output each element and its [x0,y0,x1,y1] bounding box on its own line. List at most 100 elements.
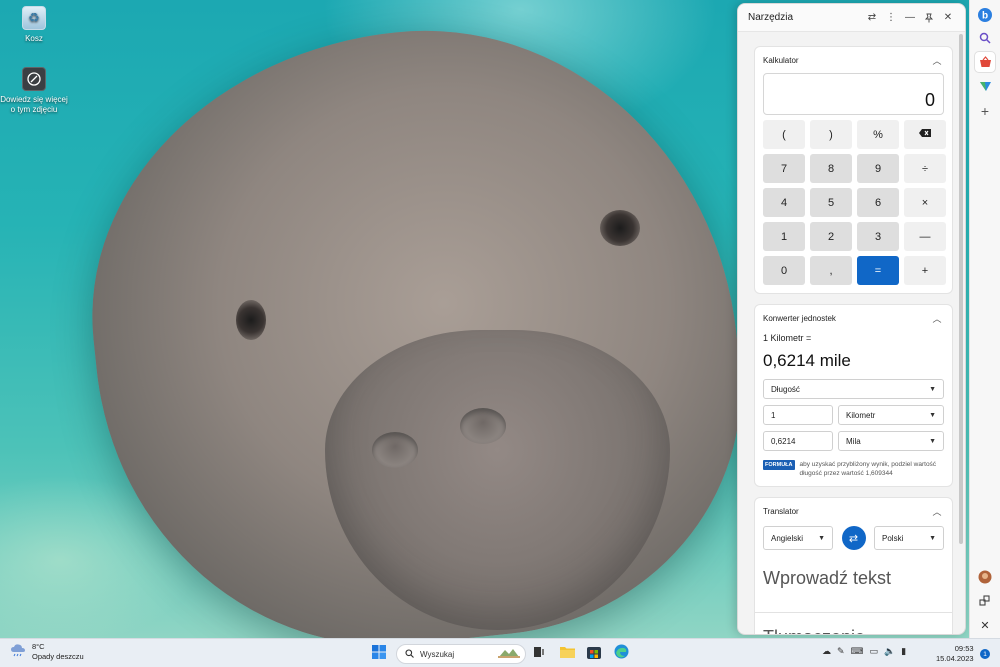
clock[interactable]: 09:53 15.04.2023 [936,644,974,664]
key-plus[interactable]: + [904,256,946,285]
task-view-icon [533,645,545,663]
pen-icon[interactable]: ✎ [837,646,845,657]
keyboard-icon[interactable]: ⌨ [851,646,864,657]
store-icon [587,645,601,664]
search-icon[interactable] [974,27,996,49]
sliders-icon[interactable]: ⇄ [863,9,881,27]
drop-icon[interactable] [974,75,996,97]
converter-header[interactable]: Konwerter jednostek ︿ [763,305,944,331]
swap-languages-button[interactable]: ⇄ [841,526,866,550]
profile-avatar-icon[interactable] [974,566,996,588]
clock-date: 15.04.2023 [936,654,974,663]
panel-header: Narzędzia ⇄ ⋮ — ✕ [738,4,965,32]
key-2[interactable]: 2 [810,222,852,251]
translator-header[interactable]: Translator ︿ [763,498,944,524]
desktop-icon-learn-about-picture[interactable]: Dowiedz się więcej o tym zdjęciu [0,67,69,115]
key-8[interactable]: 8 [810,154,852,183]
onedrive-icon[interactable]: ☁ [822,646,831,657]
taskbar-search[interactable]: Wyszukaj [396,644,526,664]
key-9[interactable]: 9 [857,154,899,183]
key-5[interactable]: 5 [810,188,852,217]
chevron-up-icon[interactable]: ︿ [930,505,944,518]
close-icon[interactable]: ✕ [939,9,957,27]
key-decimal[interactable]: , [810,256,852,285]
desktop-icon-label: Kosz [25,34,43,43]
translator-output: Tłumaczenie [763,627,944,634]
converter-result: 0,6214 mile [763,351,851,370]
key-close-paren[interactable]: ) [810,120,852,149]
to-unit-select[interactable]: Mila ▼ [838,431,944,451]
key-1[interactable]: 1 [763,222,805,251]
key-0[interactable]: 0 [763,256,805,285]
chevron-down-icon: ▼ [929,534,936,542]
converter-title: Konwerter jednostek [763,313,836,323]
key-percent[interactable]: % [857,120,899,149]
share-icon[interactable] [974,590,996,612]
converter-label: 1 Kilometr = [763,333,812,343]
chevron-up-icon[interactable]: ︿ [930,312,944,325]
calculator-header[interactable]: Kalkulator ︿ [763,47,944,73]
taskbar: 8°C Opady deszczu Wyszukaj ☁ ✎ ⌨ ▭ 🔈 ▮ 0… [0,638,1000,667]
translator-title: Translator [763,506,799,516]
chevron-down-icon: ▼ [929,411,936,419]
key-divide[interactable]: ÷ [904,154,946,183]
weather-temp: 8°C [32,642,45,651]
formula-text: aby uzyskać przybliżony wynik, podziel w… [799,461,937,477]
tools-panel: Narzędzia ⇄ ⋮ — ✕ Kalkulator ︿ 0 ( ) % 7… [737,3,966,635]
panel-title: Narzędzia [748,12,794,23]
display-icon[interactable]: ▭ [870,646,879,657]
weather-widget[interactable]: 8°C Opady deszczu [10,642,84,662]
shopping-icon[interactable] [974,51,996,73]
manatee-eye-right [600,210,640,246]
target-language-select[interactable]: Polski ▼ [874,526,944,550]
store-button[interactable] [583,643,605,665]
key-4[interactable]: 4 [763,188,805,217]
clock-time: 09:53 [954,644,974,653]
swap-icon: ⇄ [848,532,859,545]
notification-badge[interactable]: 1 [980,649,990,659]
battery-icon[interactable]: ▮ [901,646,906,657]
chevron-down-icon: ▼ [818,534,825,542]
from-unit-select[interactable]: Kilometr ▼ [838,405,944,425]
formula-hint: FORMUŁA aby uzyskać przybliżony wynik, p… [763,460,944,478]
translator-card: Translator ︿ Angielski ▼ ⇄ Polski ▼ Wpro… [754,497,953,634]
browser-sidebar: b + ✕ [969,0,1000,638]
key-7[interactable]: 7 [763,154,805,183]
category-select[interactable]: Długość ▼ [763,379,944,399]
key-multiply[interactable]: × [904,188,946,217]
manatee-nostril-left [372,432,418,468]
search-placeholder: Wyszukaj [420,649,455,659]
edge-browser-button[interactable] [610,643,632,665]
desktop-icon-label: Dowiedz się więcej o tym zdjęciu [0,95,68,114]
source-language: Angielski [771,533,804,543]
search-highlight-icon [497,647,521,661]
speaker-icon[interactable]: 🔈 [884,646,895,657]
chevron-up-icon[interactable]: ︿ [930,54,944,67]
pin-icon[interactable] [920,9,938,27]
backspace-key[interactable] [904,120,946,149]
to-unit-value: Mila [846,436,861,446]
to-value-input[interactable]: 0,6214 [763,431,833,451]
task-view-button[interactable] [528,643,550,665]
key-minus[interactable]: — [904,222,946,251]
close-icon[interactable]: ✕ [974,614,996,636]
desktop-icon-recycle-bin[interactable]: ♻ Kosz [0,6,69,44]
windows-logo-icon [372,644,386,664]
bing-chat-icon[interactable]: b [974,4,996,26]
key-equals[interactable]: = [857,256,899,285]
source-language-select[interactable]: Angielski ▼ [763,526,833,550]
key-open-paren[interactable]: ( [763,120,805,149]
file-explorer-button[interactable] [556,643,578,665]
calculator-card: Kalkulator ︿ 0 ( ) % 7 8 9 ÷ 4 5 6 × 1 2… [754,46,953,294]
more-icon[interactable]: ⋮ [882,9,900,27]
add-icon[interactable]: + [974,100,996,122]
minimize-icon[interactable]: — [901,9,919,27]
from-value-input[interactable]: 1 [763,405,833,425]
formula-badge: FORMUŁA [763,460,795,470]
translator-input[interactable]: Wprowadź tekst [763,568,944,612]
calculator-keypad: ( ) % 7 8 9 ÷ 4 5 6 × 1 2 3 — 0 , = + [763,120,946,285]
key-6[interactable]: 6 [857,188,899,217]
key-3[interactable]: 3 [857,222,899,251]
panel-scrollbar[interactable] [959,34,963,544]
start-button[interactable] [368,643,390,665]
